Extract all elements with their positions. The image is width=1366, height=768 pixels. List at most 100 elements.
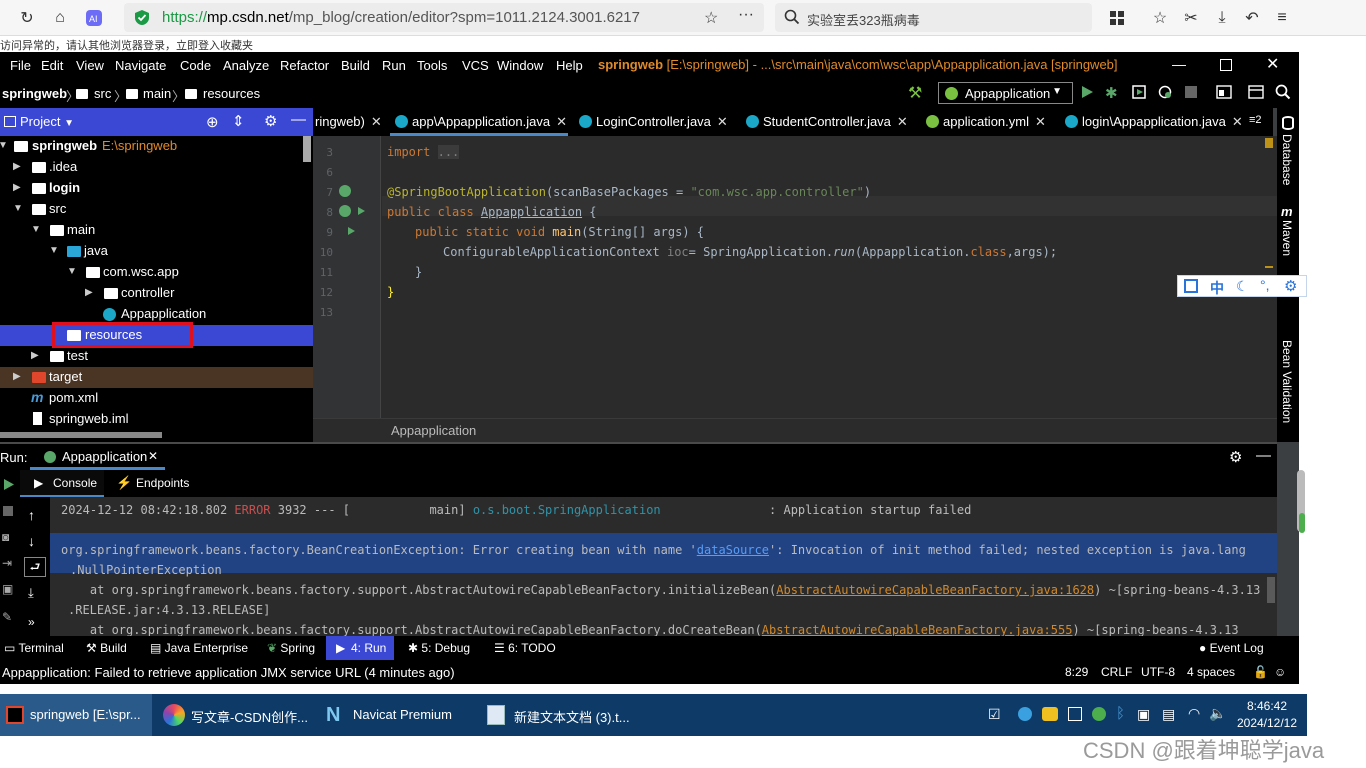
log-link[interactable]: dataSource xyxy=(697,543,769,557)
close-icon[interactable]: ✕ xyxy=(371,114,382,129)
collapse-all-icon[interactable]: ⇕ xyxy=(232,112,245,130)
breadcrumb-resources[interactable]: resources xyxy=(203,86,260,101)
editor-breadcrumb-class[interactable]: Appapplication xyxy=(391,423,476,438)
taskbar-clock[interactable]: 8:46:42 2024/12/12 xyxy=(1232,698,1302,732)
run-tab-appapplication[interactable]: Appapplication ✕ xyxy=(30,444,165,470)
menu-icon[interactable]: ≡ xyxy=(1272,8,1292,28)
menu-analyze[interactable]: Analyze xyxy=(223,58,269,73)
gear-icon[interactable]: ⚙ xyxy=(264,112,277,130)
close-icon[interactable]: ✕ xyxy=(897,114,908,129)
run-gutter-icon[interactable] xyxy=(357,206,366,216)
tree-horizontal-scrollbar[interactable] xyxy=(0,432,162,438)
caret-position[interactable]: 8:29 xyxy=(1065,665,1088,679)
tool-maven[interactable]: Maven xyxy=(1280,220,1294,256)
status-message[interactable]: Appapplication: Failed to retrieve appli… xyxy=(2,665,455,680)
tab-appapplication[interactable]: app\Appapplication.java ✕ xyxy=(395,114,567,130)
tool-bean-validation[interactable]: Bean Validation xyxy=(1280,340,1294,423)
ime-moon-icon[interactable]: ☾ xyxy=(1236,278,1249,295)
menu-refactor[interactable]: Refactor xyxy=(280,58,329,73)
scroll-down-icon[interactable]: ↓ xyxy=(28,533,35,549)
hide-panel-icon[interactable]: — xyxy=(291,111,306,128)
stop-icon[interactable] xyxy=(3,506,13,516)
presentation-icon[interactable] xyxy=(1248,85,1264,99)
log-link[interactable]: AbstractAutowireCapableBeanFactory.java:… xyxy=(776,583,1094,597)
menu-window[interactable]: Window xyxy=(497,58,543,73)
log-link[interactable]: AbstractAutowireCapableBeanFactory.java:… xyxy=(762,623,1073,636)
tool-spring[interactable]: ❦ Spring xyxy=(267,641,315,655)
tab-studentcontroller[interactable]: StudentController.java ✕ xyxy=(746,114,908,130)
volume-icon[interactable]: 🔈 xyxy=(1209,705,1226,722)
spring-bean-gutter-icon[interactable] xyxy=(339,205,351,217)
address-bar[interactable]: https://mp.csdn.net/mp_blog/creation/edi… xyxy=(124,3,764,32)
apps-grid-icon[interactable] xyxy=(1107,8,1127,28)
more-tools-icon[interactable]: » xyxy=(28,615,35,629)
run-config-dropdown[interactable]: Appapplication ▼ xyxy=(938,82,1073,104)
lock-icon[interactable]: 🔓 xyxy=(1253,665,1268,679)
refresh-icon[interactable]: ↻ xyxy=(17,8,37,28)
minimize-icon[interactable]: — xyxy=(1172,56,1186,72)
menu-build[interactable]: Build xyxy=(341,58,370,73)
tray-window-icon[interactable] xyxy=(1068,707,1082,721)
breadcrumb-src[interactable]: src xyxy=(94,86,111,101)
exit-icon[interactable]: ⇥ xyxy=(2,556,12,570)
ime-chinese-mode[interactable]: 中 xyxy=(1210,278,1224,298)
tool-event-log[interactable]: ● Event Log xyxy=(1199,641,1264,655)
soft-wrap-icon[interactable]: ⮐ xyxy=(24,557,46,577)
menu-view[interactable]: View xyxy=(76,58,104,73)
breadcrumb-main[interactable]: main xyxy=(143,86,171,101)
favorites-icon[interactable]: ☆ xyxy=(1150,8,1170,28)
gear-icon[interactable]: ⚙ xyxy=(1229,448,1242,466)
search-everywhere-icon[interactable] xyxy=(1275,84,1291,100)
project-structure-icon[interactable] xyxy=(1216,85,1232,99)
code-editor[interactable]: 3 6 7 8 9 10 11 12 13 import ... @Spring… xyxy=(313,136,1277,442)
breadcrumb-project[interactable]: springweb xyxy=(2,86,67,101)
tab-springweb[interactable]: ringweb) ✕ xyxy=(315,114,382,130)
folded-imports[interactable]: ... xyxy=(437,145,460,159)
menu-navigate[interactable]: Navigate xyxy=(115,58,166,73)
close-icon[interactable]: ✕ xyxy=(1035,114,1046,129)
tree-node-target[interactable]: ▶ target xyxy=(0,367,313,388)
tray-app-icon[interactable] xyxy=(1042,707,1058,721)
menu-run[interactable]: Run xyxy=(382,58,406,73)
line-separator[interactable]: CRLF xyxy=(1101,665,1132,679)
ime-punct-icon[interactable]: °, xyxy=(1260,277,1270,293)
download-icon[interactable]: ⤓ xyxy=(1212,8,1232,28)
file-encoding[interactable]: UTF-8 xyxy=(1141,665,1175,679)
tool-build[interactable]: ⚒ Build xyxy=(86,641,127,655)
coverage-icon[interactable] xyxy=(1132,85,1146,99)
profile-icon[interactable] xyxy=(1158,85,1172,99)
console-scrollbar[interactable] xyxy=(1267,577,1275,603)
menu-help[interactable]: Help xyxy=(556,58,583,73)
task-notepad[interactable]: 新建文本文档 (3).t... xyxy=(479,694,631,736)
tray-check-icon[interactable]: ☑ xyxy=(988,706,1001,723)
pin-icon[interactable]: ✎ xyxy=(2,610,12,624)
tab-application-yml[interactable]: application.yml ✕ xyxy=(926,114,1046,130)
tray-security-icon[interactable] xyxy=(1092,707,1106,721)
menu-code[interactable]: Code xyxy=(180,58,211,73)
build-hammer-icon[interactable]: ⚒ xyxy=(908,83,922,103)
tree-scrollbar[interactable] xyxy=(303,136,311,162)
task-navicat[interactable]: N Navicat Premium xyxy=(318,694,470,736)
task-browser-csdn[interactable]: 写文章-CSDN创作... xyxy=(157,694,309,736)
tray-monitor-icon[interactable]: ▣ xyxy=(1137,706,1150,723)
debug-bug-icon[interactable]: ✱ xyxy=(1105,84,1118,102)
scroll-to-end-icon[interactable]: ⤓ xyxy=(28,585,34,601)
close-icon[interactable]: ✕ xyxy=(1266,54,1279,74)
home-icon[interactable]: ⌂ xyxy=(50,8,70,28)
tool-terminal[interactable]: ▭ Terminal xyxy=(4,641,64,655)
close-icon[interactable]: ✕ xyxy=(717,114,728,129)
tool-todo[interactable]: ☰ 6: TODO xyxy=(494,641,556,655)
scroll-up-icon[interactable]: ↑ xyxy=(28,507,35,523)
camera-icon[interactable]: ◙ xyxy=(2,530,9,544)
spring-bean-gutter-icon[interactable] xyxy=(339,185,351,197)
tool-run[interactable]: ▶ 4: Run xyxy=(326,636,394,660)
more-icon[interactable]: ··· xyxy=(738,6,754,24)
close-icon[interactable]: ✕ xyxy=(1232,114,1243,129)
maximize-icon[interactable] xyxy=(1220,59,1232,71)
layout-icon[interactable]: ▣ xyxy=(2,582,13,596)
stop-icon[interactable] xyxy=(1185,86,1197,98)
star-icon[interactable]: ☆ xyxy=(704,8,718,28)
indent-setting[interactable]: 4 spaces xyxy=(1187,665,1235,679)
close-icon[interactable]: ✕ xyxy=(148,449,158,463)
run-icon[interactable] xyxy=(1080,85,1094,99)
